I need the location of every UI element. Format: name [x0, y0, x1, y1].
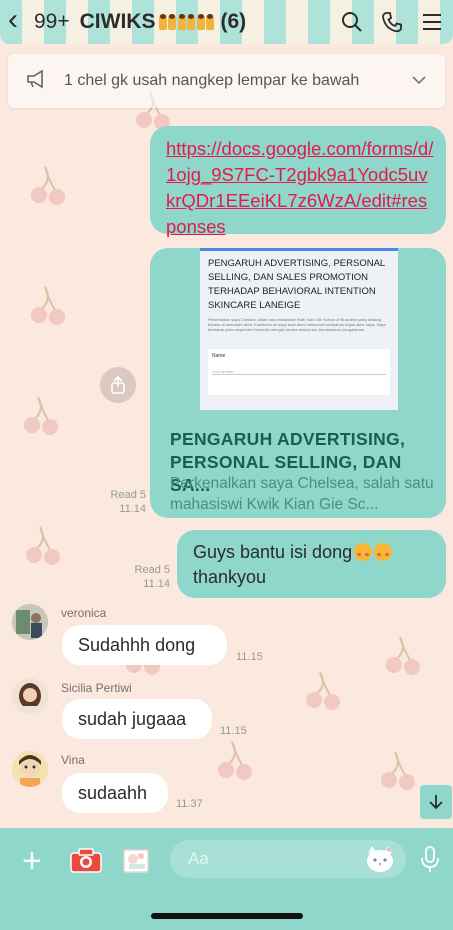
- message-text: sudaahh: [78, 782, 148, 803]
- sender-name: Sicilia Pertiwi: [61, 681, 132, 695]
- search-icon[interactable]: [339, 9, 365, 35]
- avatar[interactable]: [12, 678, 48, 714]
- twins-emoji-icon: [197, 14, 215, 30]
- preview-thumbnail: PENGARUH ADVERTISING, PERSONAL SELLING, …: [200, 248, 398, 410]
- message-text: sudah jugaaa: [78, 708, 187, 729]
- microphone-icon[interactable]: [420, 845, 440, 878]
- megaphone-icon: [26, 69, 48, 94]
- read-count: Read 5: [134, 564, 170, 576]
- read-count: Read 5: [110, 489, 146, 501]
- timestamp: 11.37: [176, 798, 203, 810]
- timestamp: 11.14: [143, 578, 170, 590]
- message-text: thankyou: [193, 567, 267, 587]
- share-icon: [111, 376, 125, 394]
- chevron-down-icon[interactable]: [411, 72, 427, 90]
- message-bubble-mine[interactable]: Guys bantu isi dong thankyou: [177, 530, 446, 598]
- read-receipt: Read 5 11.14: [92, 488, 146, 516]
- gallery-icon[interactable]: [121, 847, 151, 880]
- announcement-text: 1 chel gk usah nangkep lempar ke bawah: [64, 72, 360, 89]
- form-link[interactable]: https://docs.google.com/forms/d/1ojg_9S7…: [166, 136, 434, 240]
- unread-count: 99+: [34, 10, 70, 33]
- home-indicator[interactable]: [151, 913, 303, 919]
- link-preview-card[interactable]: PENGARUH ADVERTISING, PERSONAL SELLING, …: [150, 248, 446, 518]
- avatar[interactable]: [12, 604, 48, 640]
- preview-field-placeholder: Your answer: [212, 369, 386, 375]
- preview-doc-field: Name Your answer: [208, 349, 390, 395]
- chat-header: ‹ 99+ CIWIKS (6): [0, 0, 453, 44]
- share-button[interactable]: [100, 367, 136, 403]
- smiling-face-hearts-icon: [354, 543, 373, 561]
- announcement-banner[interactable]: 1 chel gk usah nangkep lempar ke bawah: [8, 54, 445, 108]
- preview-description: Perkenalkan saya Chelsea, salah satu mah…: [170, 475, 434, 513]
- menu-icon[interactable]: [419, 9, 445, 35]
- message-text: Sudahhh dong: [78, 634, 196, 655]
- back-button[interactable]: ‹: [8, 5, 30, 35]
- preview-doc-body: Perkenalkan saya Chelsea, salah satu mah…: [208, 317, 386, 332]
- group-emoji-icons: [159, 14, 215, 30]
- message-bubble-other[interactable]: sudaahh: [62, 773, 168, 813]
- preview-doc-title: PENGARUH ADVERTISING, PERSONAL SELLING, …: [208, 258, 385, 311]
- arrow-down-icon: [429, 795, 443, 810]
- sticker-icon[interactable]: [364, 844, 396, 879]
- read-receipt: Read 5 11.14: [118, 563, 170, 591]
- timestamp: 11.15: [236, 651, 263, 663]
- message-bubble-other[interactable]: Sudahhh dong: [62, 625, 227, 665]
- message-bubble-link[interactable]: https://docs.google.com/forms/d/1ojg_9S7…: [150, 126, 446, 237]
- scroll-to-bottom-button[interactable]: [420, 785, 452, 819]
- phone-icon[interactable]: [379, 9, 405, 35]
- member-count: (6): [220, 10, 247, 33]
- plus-icon[interactable]: +: [22, 844, 42, 878]
- message-bubble-other[interactable]: sudah jugaaa: [62, 699, 212, 739]
- avatar[interactable]: [12, 751, 48, 787]
- twins-emoji-icon: [159, 14, 177, 30]
- message-text: Guys bantu isi dong: [193, 542, 353, 562]
- smiling-face-hearts-icon: [374, 543, 393, 561]
- preview-field-label: Name: [212, 353, 226, 359]
- camera-icon[interactable]: [69, 847, 103, 878]
- timestamp: 11.15: [220, 725, 247, 737]
- timestamp: 11.14: [119, 503, 146, 515]
- twins-emoji-icon: [178, 14, 196, 30]
- sender-name: veronica: [61, 606, 107, 620]
- chat-title[interactable]: CIWIKS: [80, 10, 156, 34]
- sender-name: Vina: [61, 753, 85, 767]
